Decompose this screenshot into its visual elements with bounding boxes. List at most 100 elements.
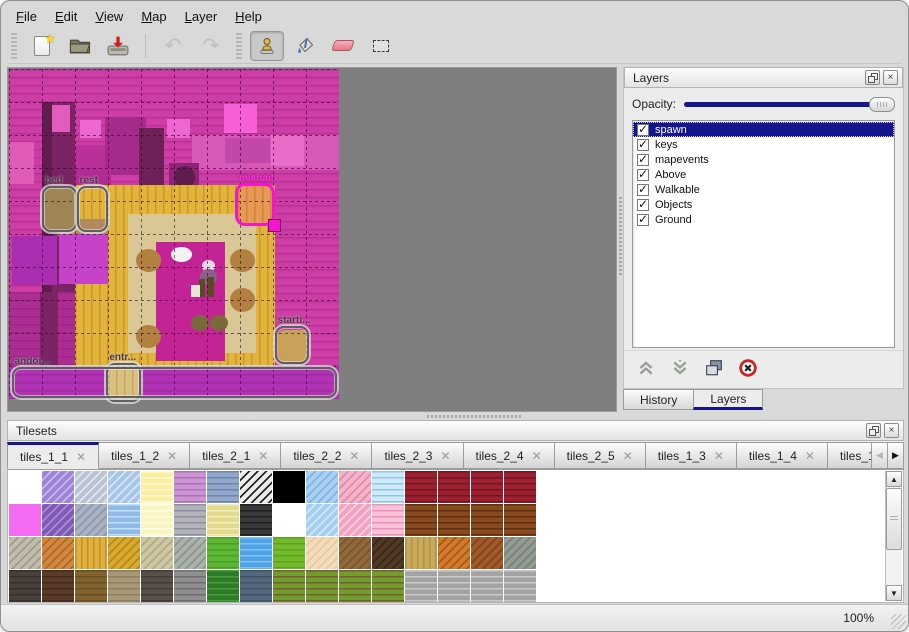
tileset-tab-tiles_1_1[interactable]: tiles_1_1✕ — [7, 442, 99, 469]
tileset-tile[interactable] — [240, 471, 272, 503]
close-icon[interactable]: × — [883, 70, 898, 85]
tileset-tile[interactable] — [504, 504, 536, 536]
layer-row-spawn[interactable]: ✓spawn — [633, 122, 894, 137]
tileset-vertical-scrollbar[interactable]: ▲ ▼ — [885, 471, 902, 601]
tileset-content[interactable]: ▲ ▼ — [7, 470, 904, 603]
lower-layer-button[interactable] — [668, 356, 692, 380]
tileset-tile[interactable] — [372, 570, 404, 602]
tileset-tile[interactable] — [405, 570, 437, 602]
layer-visibility-checkbox[interactable]: ✓ — [637, 184, 649, 196]
tileset-tile[interactable] — [174, 537, 206, 569]
tileset-tile[interactable] — [438, 504, 470, 536]
toolbar-drag-handle[interactable] — [11, 33, 17, 59]
tileset-tab-tiles_1_4[interactable]: tiles_1_4✕ — [737, 442, 828, 469]
scroll-up-icon[interactable]: ▲ — [886, 471, 902, 487]
layer-row-walkable[interactable]: ✓Walkable — [633, 182, 894, 197]
tileset-tab-tiles_2_3[interactable]: tiles_2_3✕ — [372, 442, 463, 469]
tileset-tile[interactable] — [339, 504, 371, 536]
tileset-tile[interactable] — [207, 504, 239, 536]
tileset-tab-tiles_1_2[interactable]: tiles_1_2✕ — [99, 442, 190, 469]
tileset-tile[interactable] — [240, 570, 272, 602]
tileset-tile[interactable] — [141, 504, 173, 536]
tileset-tile[interactable] — [174, 504, 206, 536]
tileset-tile[interactable] — [273, 471, 305, 503]
close-tab-icon[interactable]: ✕ — [532, 449, 542, 463]
tileset-tile[interactable] — [174, 570, 206, 602]
tileset-tile[interactable] — [207, 537, 239, 569]
map-object-andor[interactable]: andor... — [12, 367, 337, 398]
menu-layer[interactable]: Layer — [176, 7, 227, 26]
tileset-tile[interactable] — [372, 471, 404, 503]
rect-select-button[interactable] — [364, 31, 398, 61]
tileset-tile[interactable] — [75, 537, 107, 569]
tileset-tile[interactable] — [372, 504, 404, 536]
close-tab-icon[interactable]: ✕ — [440, 449, 450, 463]
tileset-tile[interactable] — [75, 471, 107, 503]
tileset-tile[interactable] — [306, 504, 338, 536]
close-tab-icon[interactable]: ✕ — [805, 449, 815, 463]
tileset-tile[interactable] — [207, 570, 239, 602]
dock-tab-layers[interactable]: Layers — [693, 389, 763, 410]
tileset-tile[interactable] — [108, 537, 140, 569]
resize-grip[interactable] — [891, 614, 906, 629]
float-dock-icon[interactable] — [866, 423, 881, 438]
redo-button[interactable]: ↷ — [194, 31, 228, 61]
tileset-tile[interactable] — [42, 537, 74, 569]
tileset-tile[interactable] — [141, 471, 173, 503]
open-map-button[interactable] — [63, 31, 97, 61]
tileset-tile[interactable] — [339, 570, 371, 602]
tileset-tile[interactable] — [471, 504, 503, 536]
layer-visibility-checkbox[interactable]: ✓ — [637, 154, 649, 166]
opacity-slider-handle[interactable] — [869, 97, 895, 112]
tileset-tile[interactable] — [504, 471, 536, 503]
layer-visibility-checkbox[interactable]: ✓ — [637, 214, 649, 226]
tileset-tile[interactable] — [42, 570, 74, 602]
scroll-down-icon[interactable]: ▼ — [886, 585, 902, 601]
close-icon[interactable]: × — [884, 423, 899, 438]
tileset-tab-tiles_1_3[interactable]: tiles_1_3✕ — [646, 442, 737, 469]
tileset-tile[interactable] — [42, 471, 74, 503]
layer-visibility-checkbox[interactable]: ✓ — [637, 124, 649, 136]
tileset-tile[interactable] — [405, 471, 437, 503]
tileset-tab-tiles_2_1[interactable]: tiles_2_1✕ — [190, 442, 281, 469]
tileset-tile[interactable] — [504, 570, 536, 602]
tileset-tile[interactable] — [207, 471, 239, 503]
tileset-tile[interactable] — [438, 471, 470, 503]
close-tab-icon[interactable]: ✕ — [714, 449, 724, 463]
tileset-tile[interactable] — [273, 537, 305, 569]
tileset-tile[interactable] — [42, 504, 74, 536]
tileset-tile[interactable] — [438, 570, 470, 602]
tileset-tab-tiles_2_4[interactable]: tiles_2_4✕ — [464, 442, 555, 469]
close-tab-icon[interactable]: ✕ — [167, 449, 177, 463]
layer-row-above[interactable]: ✓Above — [633, 167, 894, 182]
tileset-tile[interactable] — [339, 471, 371, 503]
menu-help[interactable]: Help — [226, 7, 271, 26]
horizontal-splitter[interactable] — [7, 413, 904, 419]
map-object-rest[interactable]: rest — [77, 186, 108, 232]
map-object-starti[interactable]: starti... — [275, 326, 310, 364]
tileset-tile[interactable] — [405, 504, 437, 536]
delete-layer-button[interactable] — [736, 356, 760, 380]
tileset-tile[interactable] — [9, 570, 41, 602]
tileset-tile[interactable] — [141, 570, 173, 602]
close-tab-icon[interactable]: ✕ — [258, 449, 268, 463]
layer-row-objects[interactable]: ✓Objects — [633, 197, 894, 212]
float-dock-icon[interactable] — [865, 70, 880, 85]
map-view[interactable]: bedrestmikhailstarti...entr...andor... — [7, 67, 617, 412]
tileset-tile[interactable] — [9, 537, 41, 569]
toolbar-drag-handle[interactable] — [236, 33, 242, 59]
bucket-fill-button[interactable] — [288, 31, 322, 61]
scrollbar-thumb[interactable] — [886, 488, 902, 550]
close-tab-icon[interactable]: ✕ — [76, 450, 86, 464]
tileset-tile[interactable] — [306, 570, 338, 602]
tileset-tile[interactable] — [75, 504, 107, 536]
menu-map[interactable]: Map — [132, 7, 175, 26]
layer-row-ground[interactable]: ✓Ground — [633, 212, 894, 227]
tileset-tile[interactable] — [504, 537, 536, 569]
eraser-button[interactable] — [326, 31, 360, 61]
tileset-tile[interactable] — [471, 570, 503, 602]
tile-grid[interactable] — [9, 471, 536, 602]
layer-visibility-checkbox[interactable]: ✓ — [637, 139, 649, 151]
tileset-tile[interactable] — [108, 570, 140, 602]
tileset-tile[interactable] — [438, 537, 470, 569]
